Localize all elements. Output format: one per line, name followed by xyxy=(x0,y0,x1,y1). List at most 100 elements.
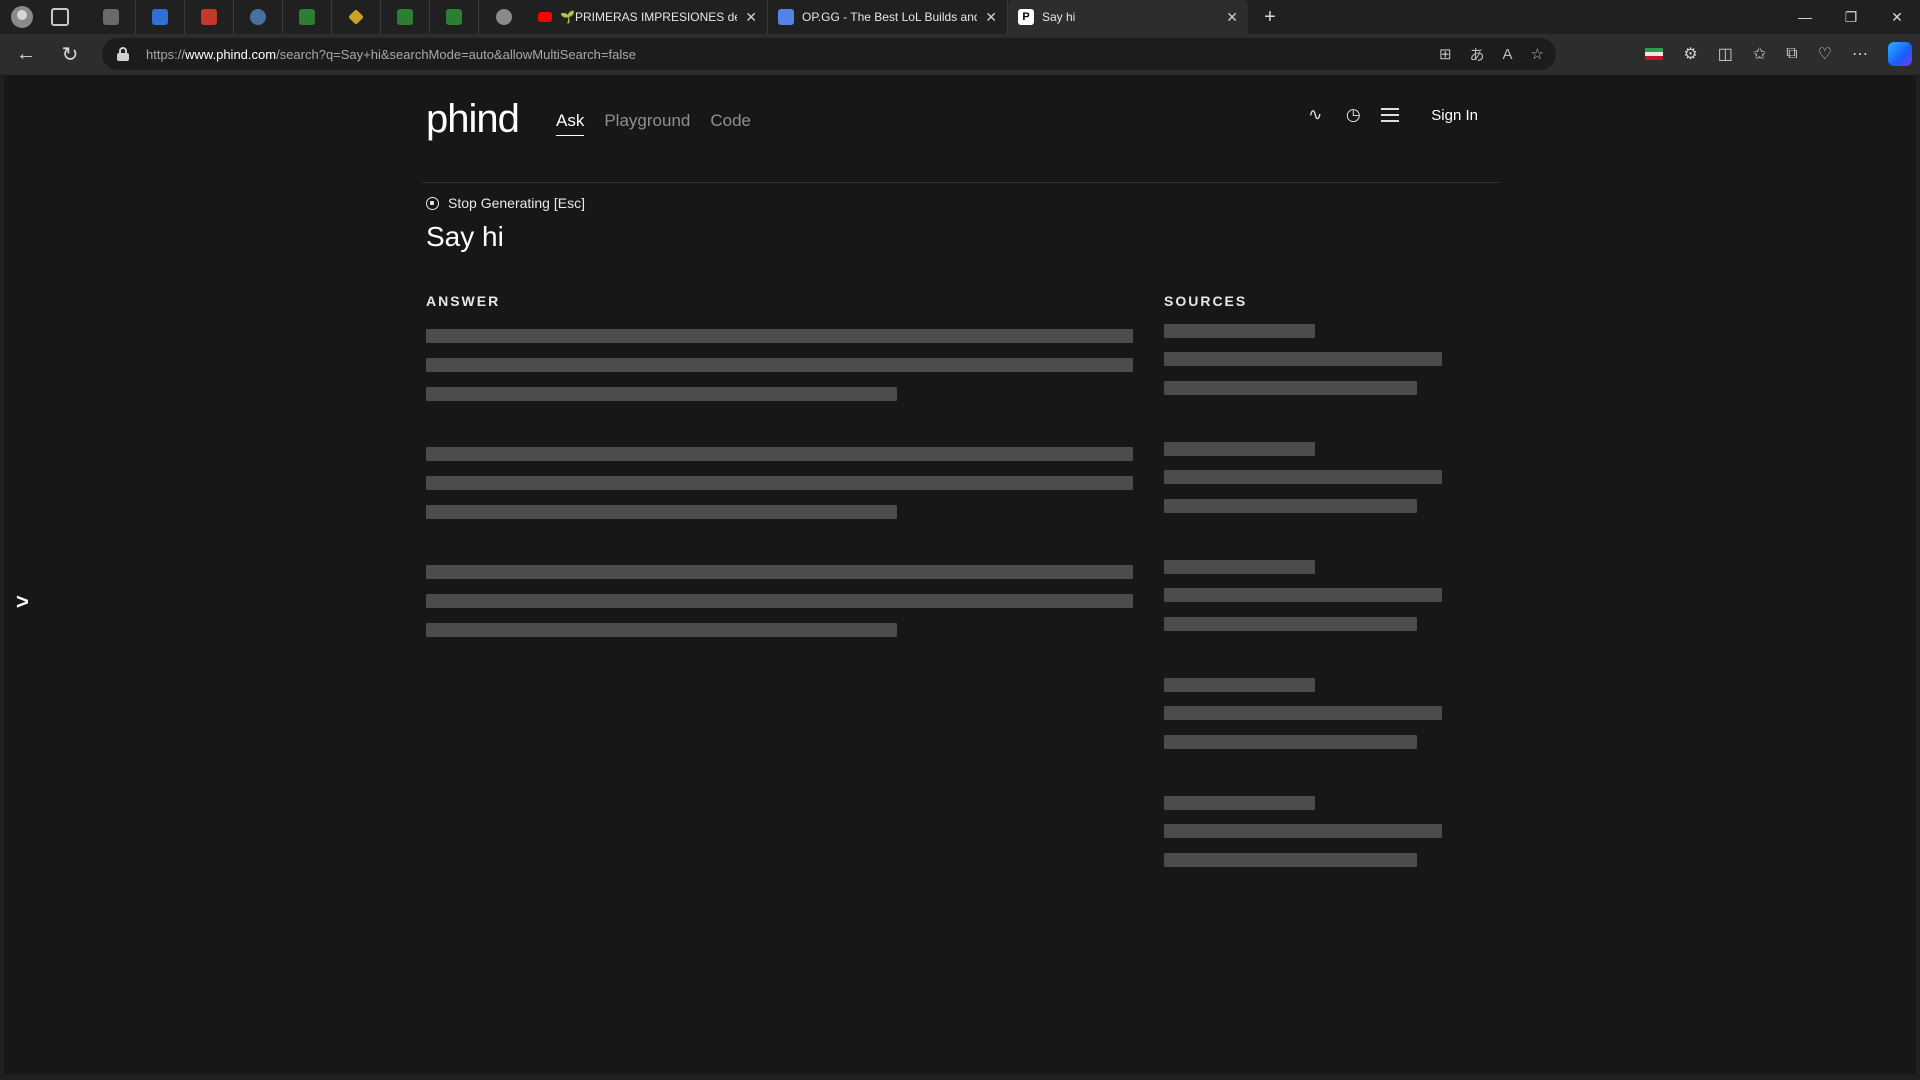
phind-favicon-icon: P xyxy=(1018,9,1034,25)
nav-ask[interactable]: Ask xyxy=(556,111,585,136)
favicon-icon xyxy=(250,9,266,25)
sign-in-button[interactable]: Sign In xyxy=(1431,107,1478,124)
copilot-icon[interactable] xyxy=(1888,42,1912,66)
address-toolbar: ← ↻ https://www.phind.com/search?q=Say+h… xyxy=(0,34,1920,74)
history-clock-icon[interactable]: ◷ xyxy=(1343,105,1363,125)
hamburger-menu-icon[interactable] xyxy=(1381,108,1400,122)
app-available-icon[interactable]: ⊞ xyxy=(1439,45,1452,63)
workspaces-icon[interactable] xyxy=(51,8,69,26)
pinned-tab[interactable] xyxy=(136,0,185,34)
skeleton-line xyxy=(1164,560,1315,574)
skeleton-line xyxy=(1164,824,1442,838)
activity-icon[interactable]: ∿ xyxy=(1305,105,1325,125)
close-icon[interactable]: ✕ xyxy=(745,9,757,26)
skeleton-line xyxy=(1164,499,1417,513)
tab-youtube[interactable]: 🌱PRIMERAS IMPRESIONES de K ✕ xyxy=(528,0,768,34)
browser-tab-bar: 🌱PRIMERAS IMPRESIONES de K ✕ OP.GG - The… xyxy=(0,0,1920,34)
skeleton-line xyxy=(426,447,1133,461)
pinned-tab[interactable] xyxy=(283,0,332,34)
minimize-button[interactable]: — xyxy=(1782,0,1828,34)
tab-title: OP.GG - The Best LoL Builds and xyxy=(802,10,978,24)
site-header: phind Ask Playground Code ∿ ◷ Sign In xyxy=(422,75,1500,183)
skeleton-line xyxy=(426,565,1133,579)
skeleton-line xyxy=(1164,324,1315,338)
stop-generating-button[interactable]: Stop Generating [Esc] xyxy=(426,195,585,211)
pinned-tab[interactable] xyxy=(185,0,234,34)
sidebar-expand-chevron-icon[interactable]: > xyxy=(16,589,29,615)
extensions-icon[interactable]: ⚙ xyxy=(1683,44,1697,64)
sources-heading: SOURCES xyxy=(1164,293,1248,309)
pinned-tab[interactable] xyxy=(479,0,528,34)
favicon-icon xyxy=(348,9,364,25)
favorite-star-icon[interactable]: ☆ xyxy=(1531,45,1544,63)
main-content: phind Ask Playground Code ∿ ◷ Sign In St… xyxy=(422,75,1500,867)
skeleton-line xyxy=(426,358,1133,372)
stop-circle-icon xyxy=(426,196,439,210)
tab-active-say-hi[interactable]: P Say hi ✕ xyxy=(1008,0,1248,34)
skeleton-line xyxy=(426,594,1133,608)
nav-code[interactable]: Code xyxy=(710,111,751,136)
tab-opgg[interactable]: OP.GG - The Best LoL Builds and ✕ xyxy=(768,0,1008,34)
close-window-button[interactable]: ✕ xyxy=(1874,0,1920,34)
skeleton-line xyxy=(426,476,1133,490)
tab-title: 🌱PRIMERAS IMPRESIONES de K xyxy=(560,10,738,24)
close-icon[interactable]: ✕ xyxy=(985,9,997,26)
pinned-tab[interactable] xyxy=(234,0,283,34)
new-tab-button[interactable]: + xyxy=(1256,6,1284,29)
stop-generating-label: Stop Generating [Esc] xyxy=(448,195,585,211)
skeleton-line xyxy=(426,505,897,519)
pinned-tabs xyxy=(87,0,528,34)
page-viewport: > phind Ask Playground Code ∿ ◷ Sign In … xyxy=(4,74,1916,1074)
favicon-icon xyxy=(446,9,462,25)
close-icon[interactable]: ✕ xyxy=(1226,9,1238,26)
split-screen-icon[interactable]: ◫ xyxy=(1718,44,1733,64)
collections-icon[interactable]: ⧉ xyxy=(1786,45,1797,63)
favorites-icon[interactable]: ✩ xyxy=(1753,44,1766,64)
nav-playground[interactable]: Playground xyxy=(604,111,690,136)
favicon-icon xyxy=(103,9,119,25)
skeleton-line xyxy=(426,387,897,401)
browser-toolbar: ⚙ ◫ ✩ ⧉ ♡ ⋯ xyxy=(1645,34,1912,74)
skeleton-line xyxy=(426,329,1133,343)
favicon-icon xyxy=(299,9,315,25)
openai-icon xyxy=(495,9,512,25)
favicon-icon xyxy=(201,9,217,25)
query-title: Say hi xyxy=(426,221,504,252)
skeleton-line xyxy=(1164,381,1417,395)
pinned-tab[interactable] xyxy=(381,0,430,34)
opgg-icon xyxy=(778,9,794,25)
header-actions: ∿ ◷ Sign In xyxy=(1305,105,1478,125)
favicon-icon xyxy=(397,9,413,25)
youtube-icon xyxy=(538,12,552,22)
phind-logo[interactable]: phind xyxy=(426,97,520,142)
extension-flag-icon[interactable] xyxy=(1645,48,1664,60)
skeleton-line xyxy=(1164,706,1442,720)
translate-icon[interactable]: あ xyxy=(1470,44,1485,65)
tab-title: Say hi xyxy=(1042,10,1076,24)
skeleton-line xyxy=(426,623,897,637)
pinned-tab[interactable] xyxy=(332,0,381,34)
address-bar[interactable]: https://www.phind.com/search?q=Say+hi&se… xyxy=(102,38,1556,70)
skeleton-line xyxy=(1164,735,1417,749)
profile-avatar-icon[interactable] xyxy=(11,6,33,28)
skeleton-line xyxy=(1164,470,1442,484)
skeleton-line xyxy=(1164,617,1417,631)
pinned-tab[interactable] xyxy=(430,0,479,34)
more-menu-icon[interactable]: ⋯ xyxy=(1852,44,1868,64)
window-controls: — ❐ ✕ xyxy=(1782,0,1920,34)
back-button[interactable]: ← xyxy=(8,38,44,70)
answer-heading: ANSWER xyxy=(426,293,501,309)
skeleton-line xyxy=(1164,352,1442,366)
refresh-button[interactable]: ↻ xyxy=(52,38,88,70)
skeleton-line xyxy=(1164,588,1442,602)
lock-icon[interactable] xyxy=(116,47,130,61)
pinned-tab[interactable] xyxy=(87,0,136,34)
browser-essentials-icon[interactable]: ♡ xyxy=(1818,44,1832,64)
read-aloud-icon[interactable]: A xyxy=(1503,46,1513,63)
skeleton-line xyxy=(1164,796,1315,810)
restore-button[interactable]: ❐ xyxy=(1828,0,1874,34)
skeleton-line xyxy=(1164,442,1315,456)
url-text[interactable]: https://www.phind.com/search?q=Say+hi&se… xyxy=(146,47,636,62)
skeleton-line xyxy=(1164,678,1315,692)
main-nav: Ask Playground Code xyxy=(556,111,751,136)
